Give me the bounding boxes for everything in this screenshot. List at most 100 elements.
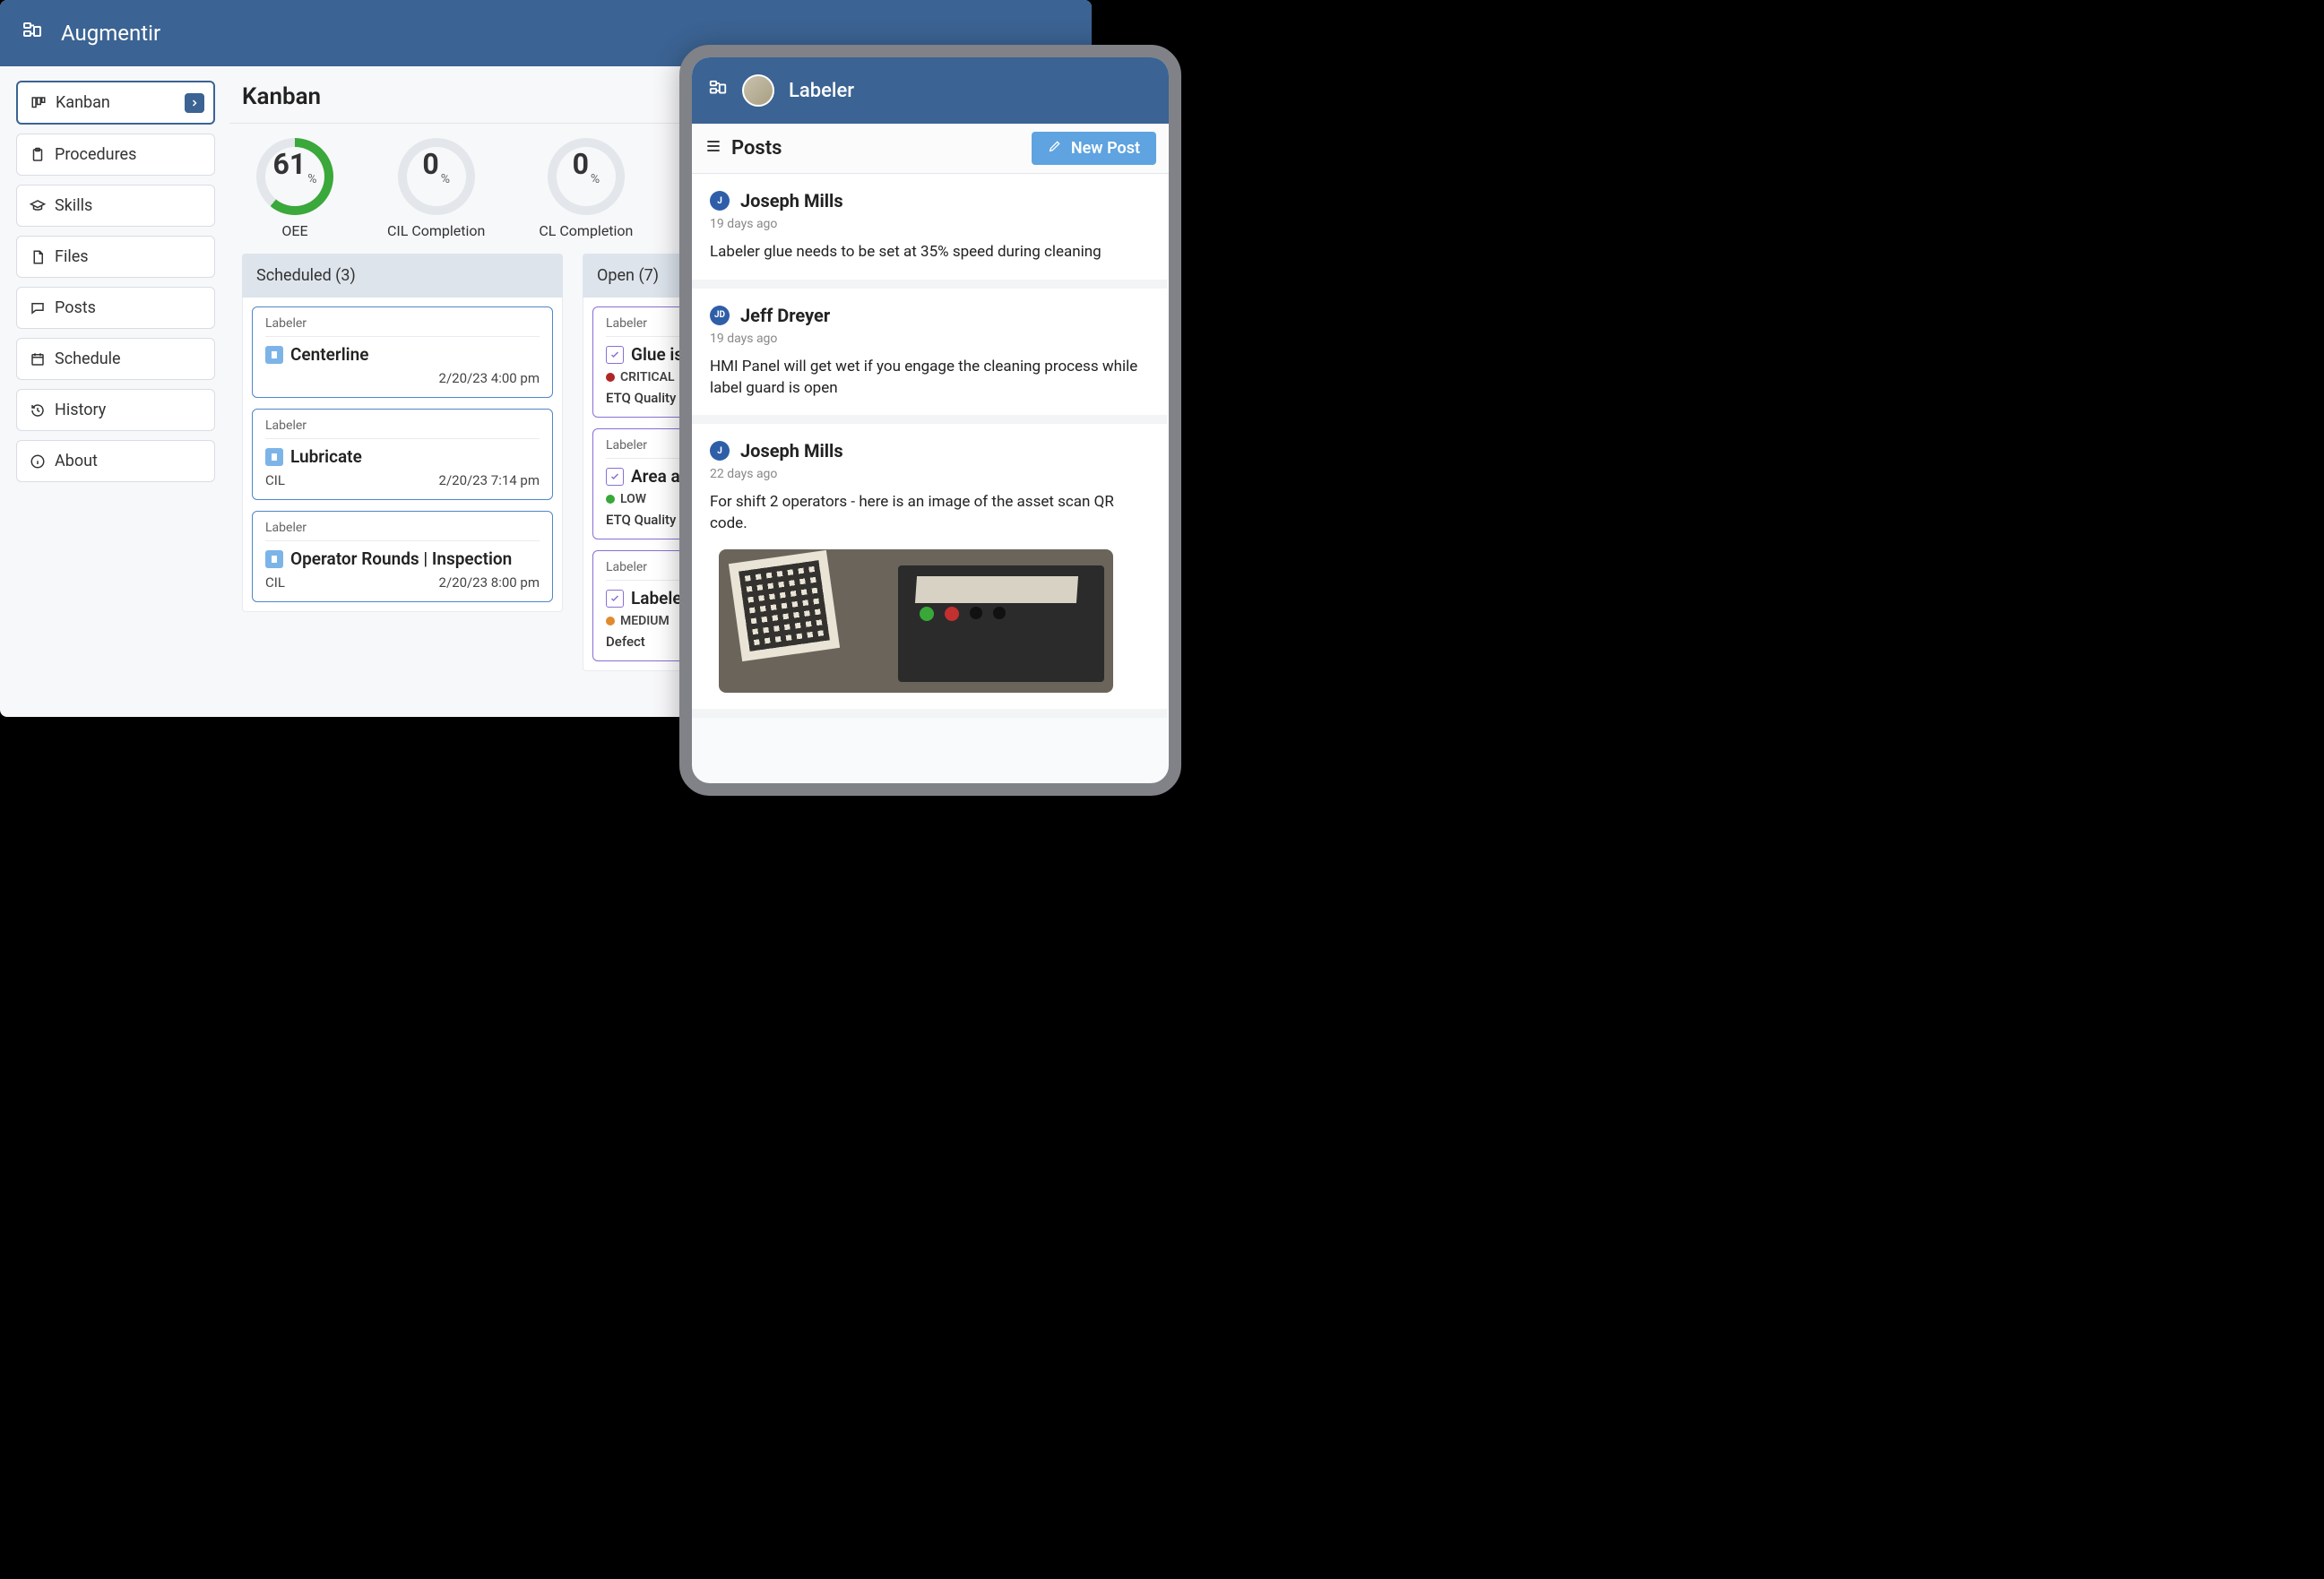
sidebar-item-label: Schedule <box>55 349 121 368</box>
sidebar-item-label: Files <box>55 247 89 266</box>
history-icon <box>30 402 46 418</box>
posts-list[interactable]: J Joseph Mills 19 days ago Labeler glue … <box>692 174 1169 783</box>
sidebar-item-schedule[interactable]: Schedule <box>16 338 215 380</box>
card-category: Defect <box>606 628 689 650</box>
column-header: Scheduled (3) <box>242 254 563 298</box>
machine-panel <box>898 565 1104 682</box>
graduation-icon <box>30 198 46 214</box>
chevron-right-icon <box>185 93 204 113</box>
sidebar-item-label: Kanban <box>56 93 110 112</box>
card-category: ETQ Quality <box>606 384 689 406</box>
app-logo-icon <box>708 79 728 102</box>
card-title: Centerline <box>290 344 368 365</box>
info-icon <box>30 453 46 470</box>
gauge-pct: % <box>441 172 450 186</box>
gauge-pct: % <box>307 172 316 186</box>
chat-icon <box>30 300 46 316</box>
sidebar-item-history[interactable]: History <box>16 389 215 431</box>
gauge-value: 0 <box>422 147 438 181</box>
tablet-title: Labeler <box>789 80 854 102</box>
post-avatar: J <box>710 191 730 211</box>
kanban-icon <box>30 95 47 111</box>
card-datetime: 2/20/23 7:14 pm <box>439 472 540 488</box>
sidebar-item-procedures[interactable]: Procedures <box>16 134 215 176</box>
tablet-subheader: Posts New Post <box>692 124 1169 174</box>
page-title: Kanban <box>242 83 321 110</box>
post-author: Joseph Mills <box>740 440 843 462</box>
post-time: 19 days ago <box>710 332 1149 346</box>
card-title: Lubricate <box>290 446 362 467</box>
kanban-card[interactable]: Labeler Centerline 2/20/23 4:00 pm <box>252 306 553 398</box>
sidebar-item-label: History <box>55 401 106 419</box>
gauge-cil: 0% CIL Completion <box>387 138 485 239</box>
gauge-value: 0 <box>573 147 589 181</box>
checklist-icon <box>606 590 624 608</box>
menu-icon[interactable] <box>704 137 722 160</box>
card-asset: Labeler <box>265 418 540 439</box>
asset-avatar <box>742 74 774 107</box>
sidebar-item-skills[interactable]: Skills <box>16 185 215 227</box>
card-datetime: 2/20/23 8:00 pm <box>439 574 540 591</box>
card-badge: MEDIUM <box>620 614 670 628</box>
gauge-oee: 61% OEE <box>256 138 333 239</box>
post-time: 22 days ago <box>710 467 1149 481</box>
posts-header: Posts <box>731 137 782 160</box>
post-item[interactable]: J Joseph Mills 19 days ago Labeler glue … <box>692 174 1167 289</box>
new-post-label: New Post <box>1071 139 1140 158</box>
pencil-icon <box>1048 139 1062 158</box>
card-sub: CIL <box>265 472 285 488</box>
file-icon <box>30 249 46 265</box>
qr-code-icon <box>729 550 840 661</box>
card-sub: CIL <box>265 574 285 591</box>
card-badge: LOW <box>620 492 646 506</box>
clipboard-icon <box>30 147 46 163</box>
clipboard-icon <box>265 448 283 466</box>
sidebar-item-files[interactable]: Files <box>16 236 215 278</box>
sidebar-item-label: Skills <box>55 196 92 215</box>
post-body: For shift 2 operators - here is an image… <box>710 492 1149 535</box>
post-item[interactable]: J Joseph Mills 22 days ago For shift 2 o… <box>692 424 1167 718</box>
sidebar-item-about[interactable]: About <box>16 440 215 482</box>
clipboard-icon <box>265 346 283 364</box>
post-author: Jeff Dreyer <box>740 305 830 326</box>
kanban-card[interactable]: Labeler Lubricate CIL 2/20/23 7:14 pm <box>252 409 553 500</box>
sidebar: Kanban Procedures Skills Files Posts <box>0 66 229 717</box>
post-item[interactable]: JD Jeff Dreyer 19 days ago HMI Panel wil… <box>692 289 1167 425</box>
clipboard-icon <box>265 550 283 568</box>
gauge-cl: 0% CL Completion <box>539 138 633 239</box>
gauge-value: 61 <box>273 147 307 181</box>
sidebar-item-label: Procedures <box>55 145 136 164</box>
card-asset: Labeler <box>265 521 540 541</box>
post-image <box>719 549 1113 693</box>
gauge-label: CL Completion <box>539 222 633 239</box>
checklist-icon <box>606 468 624 486</box>
sidebar-item-posts[interactable]: Posts <box>16 287 215 329</box>
card-asset: Labeler <box>265 316 540 337</box>
sidebar-item-label: Posts <box>55 298 96 317</box>
sidebar-item-label: About <box>55 452 98 470</box>
post-author: Joseph Mills <box>740 190 843 211</box>
tablet-overlay: Labeler Posts New Post J Joseph Mills 19… <box>679 45 1181 796</box>
kanban-column-scheduled: Scheduled (3) Labeler Centerline 2/20/23… <box>242 254 563 671</box>
card-title: Operator Rounds | Inspection <box>290 548 512 569</box>
app-name: Augmentir <box>61 21 160 46</box>
gauge-pct: % <box>591 172 600 186</box>
gauge-label: CIL Completion <box>387 222 485 239</box>
card-category: ETQ Quality <box>606 506 689 528</box>
post-body: Labeler glue needs to be set at 35% spee… <box>710 242 1149 263</box>
post-body: HMI Panel will get wet if you engage the… <box>710 357 1149 400</box>
new-post-button[interactable]: New Post <box>1032 132 1156 165</box>
card-badge: CRITICAL <box>620 370 675 384</box>
gauge-label: OEE <box>281 222 307 239</box>
card-asset: Labeler <box>606 560 689 581</box>
checklist-icon <box>606 346 624 364</box>
post-avatar: J <box>710 441 730 461</box>
app-logo-icon <box>22 21 43 46</box>
post-time: 19 days ago <box>710 217 1149 231</box>
sidebar-item-kanban[interactable]: Kanban <box>16 81 215 125</box>
kanban-card[interactable]: Labeler Operator Rounds | Inspection CIL… <box>252 511 553 602</box>
tablet-header: Labeler <box>692 57 1169 124</box>
card-asset: Labeler <box>606 316 689 337</box>
card-datetime: 2/20/23 4:00 pm <box>439 370 540 386</box>
calendar-icon <box>30 351 46 367</box>
